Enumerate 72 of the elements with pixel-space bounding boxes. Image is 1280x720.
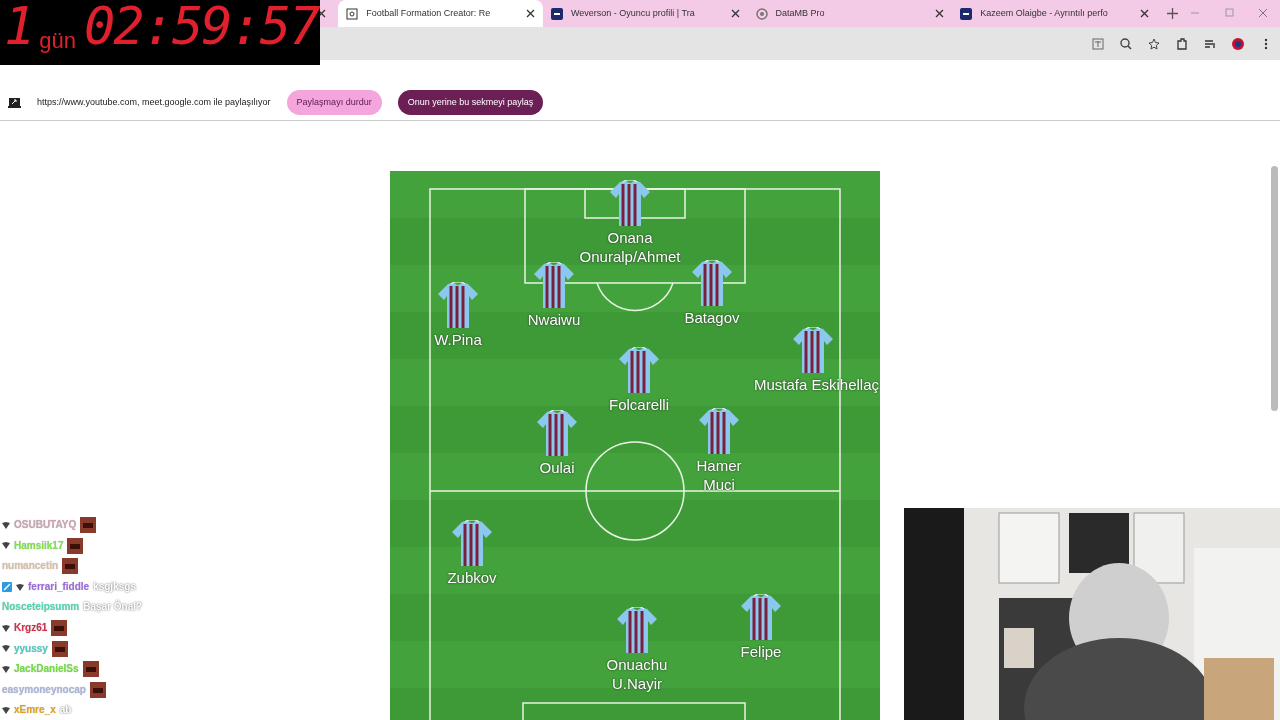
chat-username: Hamsiik17 — [14, 538, 64, 553]
jersey-icon — [699, 408, 739, 454]
screen-share-icon — [8, 97, 21, 108]
player-name-line: Hamer — [695, 456, 743, 475]
share-tab-button[interactable]: Onun yerine bu sekmeyi paylaş — [397, 89, 544, 116]
chat-username: OSUBUTAYQ — [14, 518, 77, 532]
chat-username: ferrari_fiddle — [28, 579, 90, 594]
chat-message: ab — [59, 703, 72, 718]
emote-icon — [51, 620, 68, 637]
jersey-icon — [619, 347, 659, 393]
emote-icon — [82, 661, 99, 678]
translate-icon[interactable] — [1092, 37, 1104, 50]
logo-icon — [755, 7, 768, 20]
timer-time: 02:59:57 — [84, 0, 319, 58]
browser-tab[interactable]: DataMB Pro — [747, 0, 953, 27]
browser-tab[interactable]: Football Formation Creator: Re — [338, 0, 543, 27]
browser-tab[interactable]: Weverson - Oyuncu profili | Tra — [542, 0, 748, 27]
chat-username: JackDanielSs — [14, 662, 79, 677]
close-icon[interactable] — [730, 9, 740, 18]
emote-icon — [89, 682, 106, 699]
star-icon[interactable] — [1148, 37, 1160, 50]
stop-sharing-button[interactable]: Paylaşmayı durdur — [286, 89, 382, 116]
timer-days: 1 — [4, 0, 36, 65]
chat-username: numancetin — [2, 559, 59, 574]
player-name: Oulai — [538, 458, 576, 477]
jersey-icon — [617, 607, 657, 653]
chat-username: yyussy — [14, 641, 48, 656]
scrollbar-thumb[interactable] — [1271, 166, 1278, 411]
browser-tab[interactable]: Kazeem Olaigbe - Ayrıntılı perfo — [952, 0, 1157, 27]
jersey-icon — [438, 282, 478, 328]
chat-username: Krgz61 — [14, 620, 48, 635]
close-icon[interactable] — [935, 9, 945, 18]
media-icon[interactable] — [1204, 37, 1216, 50]
site-logo-icon — [960, 7, 973, 20]
player-name-line: Muci — [702, 475, 736, 494]
site-logo-icon — [550, 7, 563, 20]
player-name: Zubkov — [446, 568, 498, 587]
jersey-icon — [534, 262, 574, 308]
new-tab-icon[interactable] — [1167, 8, 1178, 19]
close-icon[interactable] — [1140, 9, 1149, 18]
jersey-icon — [452, 520, 492, 566]
chat-message: ksgjksgs — [93, 579, 136, 595]
player-name-line: U.Nayir — [611, 674, 663, 693]
chat-username: easymoneynocap — [2, 682, 86, 697]
sharing-message: https://www.youtube.com, meet.google.com ile paylaşılıyor — [37, 95, 271, 109]
chat-message: Başar Önal? — [83, 599, 143, 615]
emote-icon — [62, 558, 79, 575]
player-name-line: Onana — [606, 228, 654, 247]
player-name: Folcarelli — [608, 395, 670, 414]
emote-icon — [67, 537, 84, 554]
jersey-icon — [610, 180, 650, 226]
player-name: Nwaiwu — [526, 310, 582, 329]
chat-username: Nosceteipsumm — [2, 600, 80, 615]
player-name: Batagov — [683, 308, 741, 327]
player-name-line: Onuachu — [605, 655, 669, 674]
zoom-icon[interactable] — [1120, 37, 1132, 50]
emote-icon — [51, 640, 68, 657]
jersey-icon — [741, 594, 781, 640]
player-name: W.Pina — [433, 330, 483, 349]
emote-icon — [80, 517, 97, 534]
timer-unit: gün — [39, 27, 77, 55]
jersey-icon — [692, 260, 732, 306]
formation-icon — [346, 7, 359, 20]
jersey-icon — [537, 410, 577, 456]
jersey-icon — [793, 327, 833, 373]
profile-icon[interactable] — [1232, 37, 1244, 50]
extensions-icon[interactable] — [1176, 37, 1188, 50]
close-icon[interactable] — [317, 9, 327, 18]
chat-username: xEmre_x — [14, 703, 56, 718]
player-name-line: Onuralp/Ahmet — [578, 247, 682, 266]
player-name: Felipe — [739, 642, 783, 661]
close-icon[interactable] — [525, 9, 535, 18]
